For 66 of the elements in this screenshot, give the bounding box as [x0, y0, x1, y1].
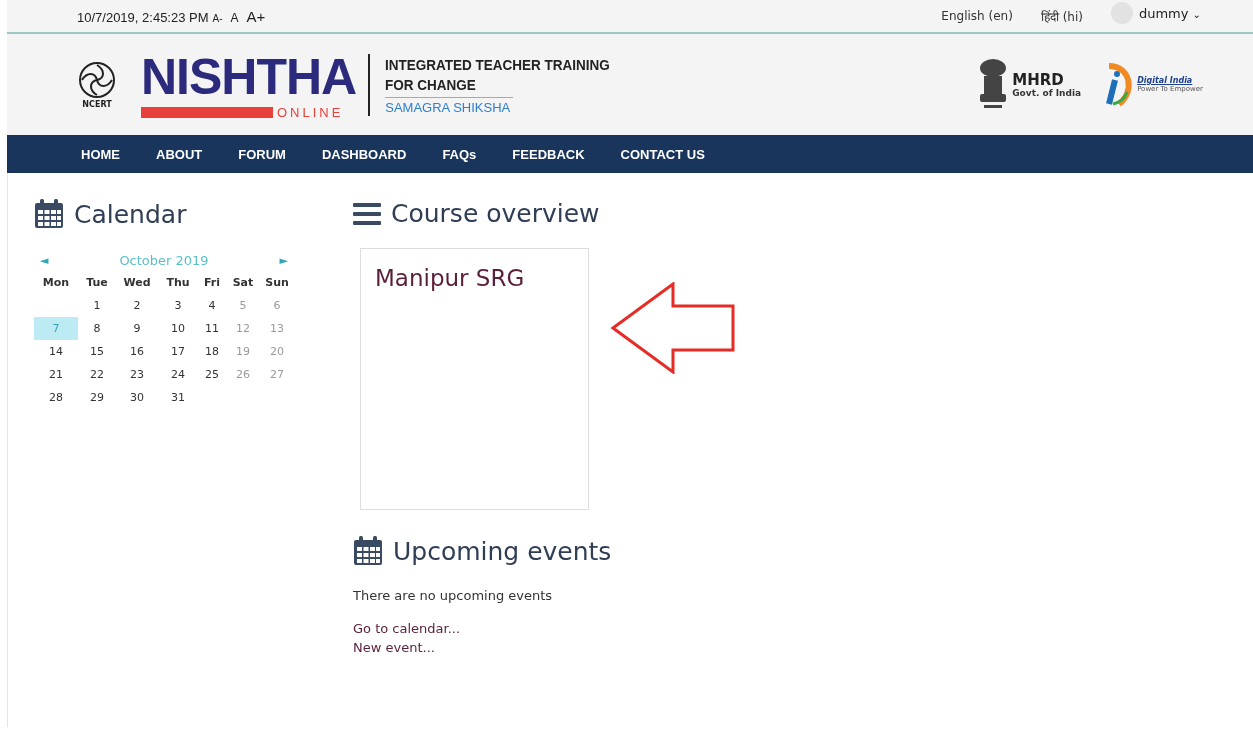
month-title: October 2019 [119, 253, 209, 268]
weekday-header: Fri [203, 275, 221, 291]
font-size-link[interactable]: A [230, 10, 239, 25]
menu-icon [353, 202, 381, 225]
program-name: SAMAGRA SHIKSHA [385, 96, 514, 115]
language-link[interactable]: English (en) [941, 9, 1013, 23]
mhrd-subtitle: Govt. of India [1012, 87, 1082, 98]
nav-link[interactable]: ABOUT [156, 146, 203, 162]
weekday-header: Wed [122, 275, 152, 291]
calendar-day[interactable]: 30 [116, 386, 158, 409]
font-size-link[interactable]: A- [212, 12, 223, 24]
calendar-day[interactable]: 9 [116, 317, 158, 340]
nav-link[interactable]: FAQs [442, 146, 477, 162]
nav-link[interactable]: HOME [81, 146, 120, 162]
calendar-day[interactable]: 3 [158, 294, 198, 317]
empty-message: There are no upcoming events [353, 588, 554, 603]
calendar-day[interactable]: 4 [198, 294, 226, 317]
tagline: INTEGRATED TEACHER TRAINING [385, 54, 610, 75]
arrow-icon [611, 282, 735, 374]
language-link[interactable]: हिंदी (hi) [1040, 7, 1083, 25]
calendar-day[interactable]: 14 [34, 340, 78, 363]
calendar-day[interactable]: 18 [198, 340, 226, 363]
emblem-icon [77, 60, 117, 100]
weekday-header: Mon [41, 275, 71, 291]
brand-subtitle: ONLINE [277, 105, 344, 120]
nav-link[interactable]: FORUM [238, 146, 286, 162]
weekday-header: Sun [264, 275, 290, 291]
font-size-link[interactable]: A+ [246, 7, 266, 25]
calendar-icon [34, 199, 64, 229]
tagline: FOR CHANGE [385, 74, 477, 95]
block-title: Calendar [74, 199, 187, 229]
calendar-day[interactable]: 10 [158, 317, 198, 340]
calendar-day[interactable]: 23 [116, 363, 158, 386]
user-menu[interactable]: dummy ⌄ [1138, 5, 1201, 21]
event-link[interactable]: New event... [353, 640, 735, 655]
calendar-day[interactable]: 28 [34, 386, 78, 409]
digital-india-title: Digital India [1137, 76, 1194, 85]
event-link[interactable]: Go to calendar... [353, 621, 735, 636]
date-time: 10/7/2019, 2:45:23 PM [77, 9, 209, 25]
nav-link[interactable]: CONTACT US [620, 146, 705, 162]
block-title: Upcoming events [393, 536, 612, 566]
weekday-header: Thu [165, 275, 191, 291]
weekday-header: Tue [85, 275, 109, 291]
calendar-day[interactable]: 11 [198, 317, 226, 340]
calendar-icon [353, 536, 383, 566]
calendar-day[interactable]: 21 [34, 363, 78, 386]
mhrd-title: MHRD [1012, 71, 1065, 88]
calendar-day[interactable]: 22 [78, 363, 116, 386]
calendar-day[interactable]: 29 [78, 386, 116, 409]
calendar-day[interactable]: 2 [116, 294, 158, 317]
block-title: Course overview [391, 199, 600, 228]
nav-link[interactable]: DASHBOARD [321, 146, 407, 162]
nav-link[interactable]: FEEDBACK [512, 146, 585, 162]
brand-name: NISHTHA [141, 49, 357, 105]
calendar-day[interactable]: 8 [78, 317, 116, 340]
ncert-label: NCERT [82, 100, 112, 109]
calendar-day[interactable]: 16 [116, 340, 158, 363]
calendar-day[interactable]: 1 [78, 294, 116, 317]
calendar-day[interactable]: 17 [158, 340, 198, 363]
calendar-day[interactable]: 31 [158, 386, 198, 409]
course-link[interactable]: Manipur SRG [375, 265, 525, 291]
weekday-header: Sat [231, 275, 255, 291]
calendar-day[interactable]: 25 [198, 363, 226, 386]
calendar-day[interactable]: 24 [158, 363, 198, 386]
calendar-day[interactable]: 15 [78, 340, 116, 363]
course-card[interactable]: Manipur SRG [360, 248, 589, 510]
